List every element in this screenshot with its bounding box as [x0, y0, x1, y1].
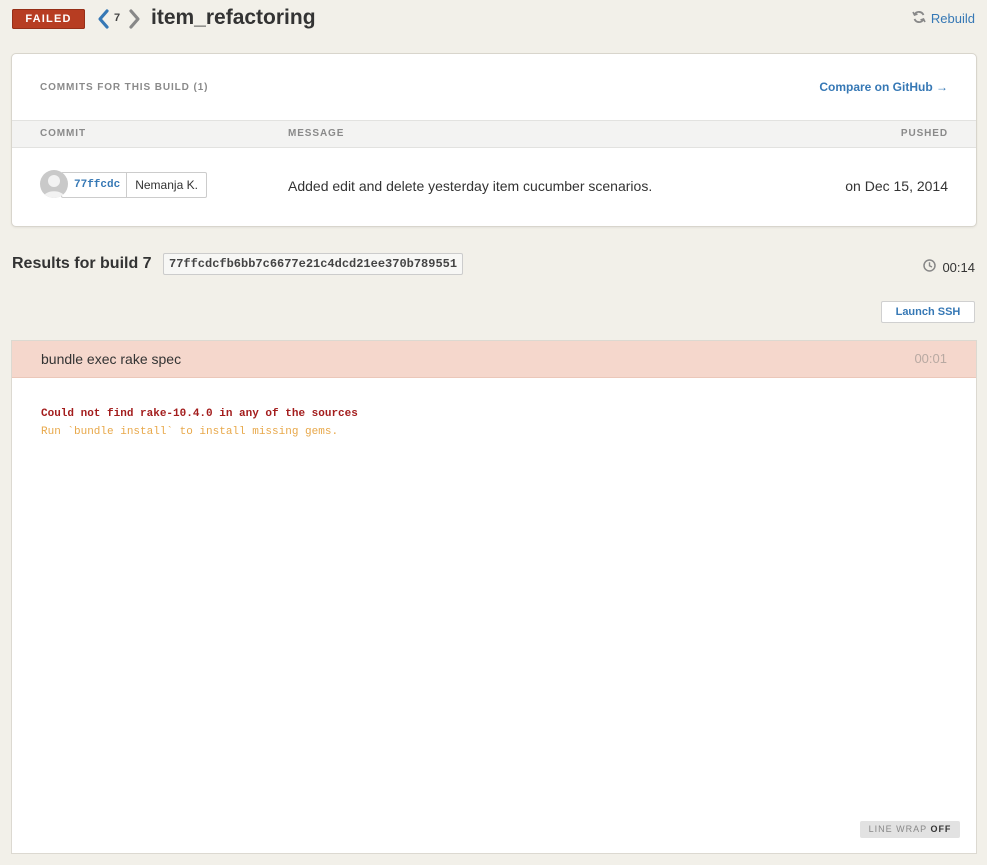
commits-card: COMMITS FOR THIS BUILD (1) Compare on Gi…	[11, 53, 977, 227]
commits-title: COMMITS FOR THIS BUILD (1)	[40, 82, 209, 93]
column-header-commit: COMMIT	[40, 128, 86, 139]
commit-message: Added edit and delete yesterday item cuc…	[288, 178, 653, 194]
output-line-error: Could not find rake-10.4.0 in any of the…	[41, 408, 358, 420]
output-line-hint: Run `bundle install` to install missing …	[41, 426, 339, 438]
step-command: bundle exec rake spec	[41, 351, 182, 367]
build-step-header[interactable]: bundle exec rake spec 00:01	[12, 341, 976, 378]
build-duration: 00:14	[923, 259, 975, 275]
build-step-panel: bundle exec rake spec 00:01 Could not fi…	[11, 340, 977, 854]
build-commit-sha: 77ffcdcfb6bb7c6677e21c4dcd21ee370b789551	[163, 253, 464, 275]
line-wrap-state: OFF	[930, 824, 952, 834]
column-header-pushed: PUSHED	[900, 128, 948, 139]
results-title: Results for build 7	[12, 255, 152, 272]
clock-icon	[923, 259, 937, 275]
build-duration-value: 00:14	[942, 259, 975, 275]
status-badge: FAILED	[12, 9, 85, 29]
column-header-message: MESSAGE	[288, 128, 345, 139]
rebuild-label: Rebuild	[930, 11, 975, 26]
line-wrap-toggle[interactable]: LINE WRAP OFF	[860, 821, 960, 838]
build-number: 7	[114, 12, 121, 24]
build-header: FAILED 7 item_refactoring Rebuild	[12, 6, 975, 32]
branch-name: item_refactoring	[151, 6, 316, 29]
refresh-icon	[912, 10, 926, 27]
rebuild-button[interactable]: Rebuild	[912, 10, 975, 27]
launch-ssh-button[interactable]: Launch SSH	[881, 301, 975, 323]
next-build-chevron-icon[interactable]	[128, 8, 142, 30]
commits-table-header: COMMIT MESSAGE PUSHED	[12, 120, 976, 148]
line-wrap-label: LINE WRAP	[868, 824, 927, 834]
commit-author: Nemanja K.	[135, 178, 198, 192]
commit-info: 77ffcdc Nemanja K.	[61, 172, 207, 198]
avatar	[40, 170, 68, 198]
commit-sha-link[interactable]: 77ffcdc	[62, 173, 128, 197]
commit-pushed-date: on Dec 15, 2014	[845, 178, 948, 194]
previous-build-chevron-icon[interactable]	[96, 8, 110, 30]
step-duration: 00:01	[914, 351, 947, 366]
compare-on-github-link[interactable]: Compare on GitHub →	[819, 80, 948, 94]
table-row: 77ffcdc Nemanja K. Added edit and delete…	[12, 148, 976, 226]
